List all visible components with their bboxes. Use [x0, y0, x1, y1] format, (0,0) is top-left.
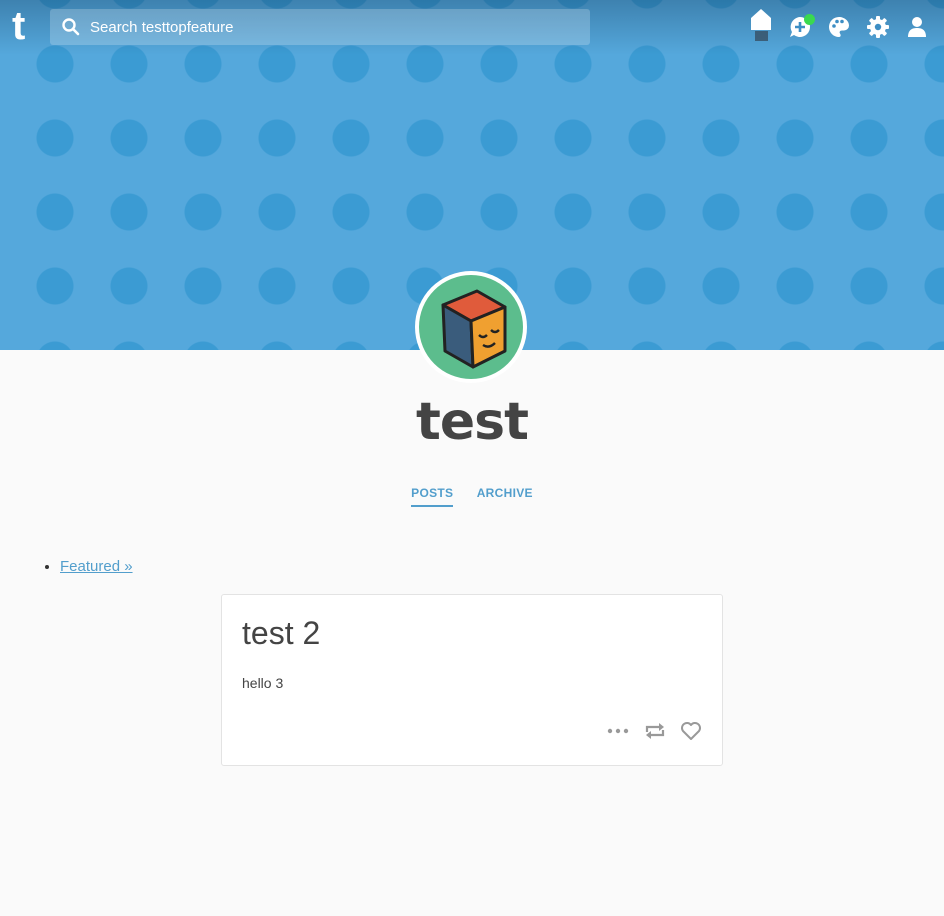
featured-link[interactable]: Featured » — [60, 558, 133, 575]
blog-title: test — [416, 392, 529, 452]
cube-icon — [441, 289, 507, 369]
gear-icon[interactable] — [866, 15, 890, 44]
blog-avatar[interactable] — [415, 271, 527, 383]
palette-icon[interactable] — [827, 15, 851, 44]
tab-posts[interactable]: POSTS — [411, 486, 454, 507]
post-card: test 2 hello 3 — [221, 594, 723, 766]
top-bar: t Search testtopfeature — [0, 0, 944, 55]
list-item: Featured » — [60, 558, 133, 575]
reblog-icon[interactable] — [634, 722, 670, 739]
avatar-image — [419, 275, 523, 379]
tumblr-logo[interactable]: t — [12, 6, 25, 46]
search-icon — [62, 18, 80, 41]
post-actions — [597, 721, 702, 741]
post-title: test 2 — [242, 615, 321, 651]
featured-list: Featured » — [24, 558, 133, 575]
account-icon[interactable] — [905, 15, 929, 44]
more-icon[interactable] — [597, 722, 633, 739]
blog-tabs: POSTS ARCHIVE — [0, 486, 944, 507]
search-box[interactable]: Search testtopfeature — [50, 9, 590, 45]
home-icon[interactable] — [749, 8, 773, 47]
tab-archive[interactable]: ARCHIVE — [477, 486, 533, 505]
notification-dot — [804, 14, 815, 25]
post-body: hello 3 — [242, 675, 284, 691]
like-icon[interactable] — [670, 722, 702, 740]
search-input[interactable]: Search testtopfeature — [90, 19, 233, 36]
